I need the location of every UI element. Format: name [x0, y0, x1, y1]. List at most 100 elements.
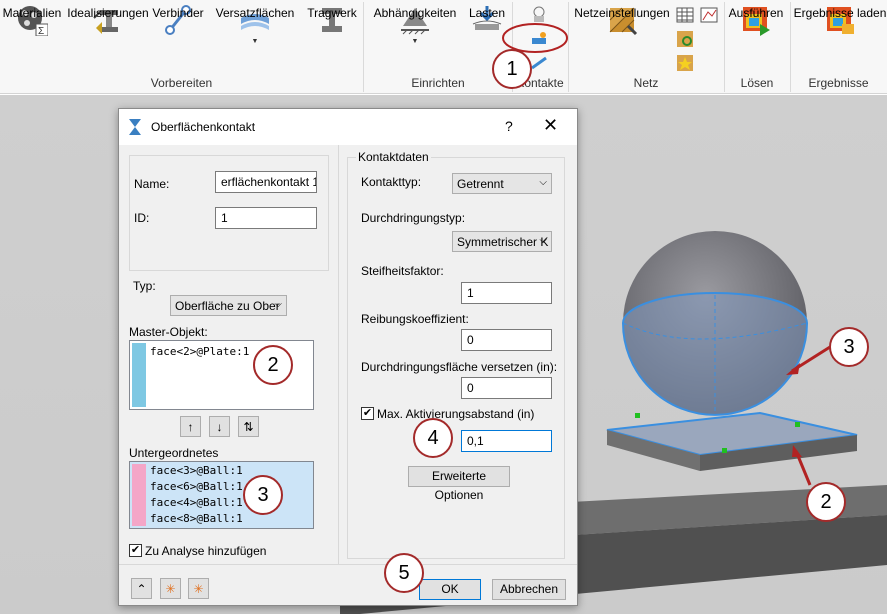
constraints-button[interactable]: Abhängigkeiten ▼ [370, 2, 460, 45]
edge-contact-icon[interactable] [530, 54, 548, 72]
penetration-type-select[interactable]: Symmetrischer K ⌵ [452, 231, 552, 252]
group-label-vorbereiten: Vorbereiten [150, 76, 213, 90]
subordinate-color-bar [132, 464, 146, 526]
chevron-down-icon: ▼ [251, 38, 259, 45]
name-label: Name: [134, 177, 170, 191]
idealizations-button[interactable]: Idealisierungen [66, 2, 150, 38]
constraint-marker [722, 448, 727, 453]
group-label-loesen: Lösen [740, 76, 774, 90]
add-to-analysis-label: Zu Analyse hinzufügen [145, 544, 267, 558]
stiffness-field[interactable]: 1 [461, 282, 552, 304]
list-item[interactable]: face<6>@Ball:1 [150, 480, 243, 493]
move-down-button[interactable]: ↓ [209, 416, 230, 437]
table-icon[interactable] [676, 6, 694, 24]
type-select[interactable]: Oberfläche zu Ober ⌵ [170, 295, 287, 316]
advanced-options-button[interactable]: Erweiterte Optionen [408, 466, 510, 502]
structure-label: Tragwerk [307, 6, 357, 20]
move-up-button[interactable]: ↑ [180, 416, 201, 437]
subordinate-label: Untergeordnetes [129, 446, 219, 460]
materials-label: Materialien [2, 6, 62, 20]
type-select-value: Oberfläche zu Ober [175, 299, 280, 313]
arrow-up-icon: ↑ [187, 419, 194, 434]
stiffness-label: Steifheitsfaktor: [361, 264, 444, 278]
callout-2-dialog: 2 [253, 345, 293, 385]
mesh-settings-label: Netzeinstellungen [574, 6, 670, 20]
cancel-button[interactable]: Abbrechen [492, 579, 566, 600]
ok-button[interactable]: OK [419, 579, 481, 600]
constraint-marker [795, 422, 800, 427]
swap-icon: ⇅ [243, 419, 254, 434]
callout-4-dialog: 4 [413, 418, 453, 458]
collapse-button[interactable]: ⌃ [131, 578, 152, 599]
offset-field[interactable]: 0 [461, 377, 552, 399]
surface-contact-dialog: Oberflächenkontakt ? ✕ Name: erflächenko… [118, 108, 578, 606]
friction-label: Reibungskoeffizient: [361, 312, 469, 326]
list-item[interactable]: face<2>@Plate:1 [150, 345, 249, 358]
offset-label: Durchdringungsfläche versetzen (in): [361, 360, 558, 374]
master-label: Master-Objekt: [129, 325, 208, 339]
constraints-label: Abhängigkeiten [373, 6, 457, 20]
chevron-down-icon: ▼ [411, 38, 419, 45]
star-burst-multi-icon: ✳ [193, 581, 204, 596]
callout-3-right: 3 [829, 327, 869, 367]
structure-button[interactable]: Tragwerk [302, 2, 362, 38]
mesh-graph-icon[interactable] [700, 6, 718, 24]
list-item[interactable]: face<8>@Ball:1 [150, 512, 243, 525]
load-results-label: Ergebnisse laden [793, 6, 887, 20]
callout-1: 1 [492, 49, 532, 89]
arrow-down-icon: ↓ [216, 419, 223, 434]
max-activation-checkbox[interactable]: ✔ [361, 407, 374, 420]
solve-label: Ausführen [728, 6, 784, 20]
contact-data-title: Kontaktdaten [356, 150, 431, 164]
double-chevron-up-icon: ⌃ [136, 581, 147, 596]
chevron-down-icon: ⌵ [539, 177, 547, 188]
contact-type-label: Kontakttyp: [361, 175, 422, 189]
apply-all-button[interactable]: ✳ [188, 578, 209, 599]
ribbon: Σ Materialien Idealisierungen Verbinder … [0, 0, 887, 94]
friction-field[interactable]: 0 [461, 329, 552, 351]
footer-divider [119, 564, 577, 565]
max-activation-field[interactable]: 0,1 [461, 430, 552, 452]
load-results-button[interactable]: Ergebnisse laden [794, 2, 886, 38]
close-icon[interactable]: ✕ [543, 115, 558, 136]
mesh-refresh-icon[interactable] [676, 30, 694, 48]
name-field[interactable]: erflächenkontakt 1 [215, 171, 317, 193]
idealizations-label: Idealisierungen [67, 6, 149, 20]
swap-button[interactable]: ⇅ [238, 416, 259, 437]
dialog-title: Oberflächenkontakt [151, 120, 256, 134]
hourglass-icon [127, 118, 143, 139]
connector-button[interactable]: Verbinder [150, 2, 206, 38]
master-color-bar [132, 343, 146, 407]
solve-button[interactable]: Ausführen [726, 2, 786, 38]
list-item[interactable]: face<3>@Ball:1 [150, 464, 243, 477]
penetration-type-value: Symmetrischer K [457, 235, 549, 249]
group-label-netz: Netz [633, 76, 659, 90]
offset-surfaces-button[interactable]: Versatzflächen ▼ [214, 2, 296, 45]
mesh-settings-button[interactable]: Netzeinstellungen [572, 2, 672, 38]
offset-surfaces-label: Versatzflächen [215, 6, 295, 20]
id-field[interactable]: 1 [215, 207, 317, 229]
callout-2-right: 2 [806, 482, 846, 522]
group-label-ergebnisse: Ergebnisse [808, 76, 869, 90]
contact-type-select[interactable]: Getrennt ⌵ [452, 173, 552, 194]
type-label: Typ: [133, 279, 156, 293]
help-button[interactable]: ? [505, 118, 513, 134]
constraint-marker [635, 413, 640, 418]
dialog-titlebar[interactable]: Oberflächenkontakt ? ✕ [119, 109, 577, 145]
pane-divider [338, 145, 339, 564]
add-to-analysis-checkbox[interactable]: ✔ [129, 544, 142, 557]
id-label: ID: [134, 211, 150, 225]
max-activation-label: Max. Aktivierungsabstand (in) [377, 407, 535, 421]
callout-5-dialog: 5 [384, 553, 424, 593]
svg-text:Σ: Σ [38, 26, 44, 36]
contact-type-value: Getrennt [457, 177, 504, 191]
list-item[interactable]: face<4>@Ball:1 [150, 496, 243, 509]
chevron-down-icon: ⌵ [539, 235, 547, 246]
mesh-local-icon[interactable] [676, 54, 694, 72]
materials-button[interactable]: Σ Materialien [2, 2, 62, 38]
subordinate-list[interactable]: face<3>@Ball:1 face<6>@Ball:1 face<4>@Ba… [129, 461, 314, 529]
apply-button[interactable]: ✳ [160, 578, 181, 599]
star-burst-icon: ✳ [165, 581, 176, 596]
group-label-einrichten: Einrichten [411, 76, 465, 90]
loads-label: Lasten [468, 6, 506, 20]
